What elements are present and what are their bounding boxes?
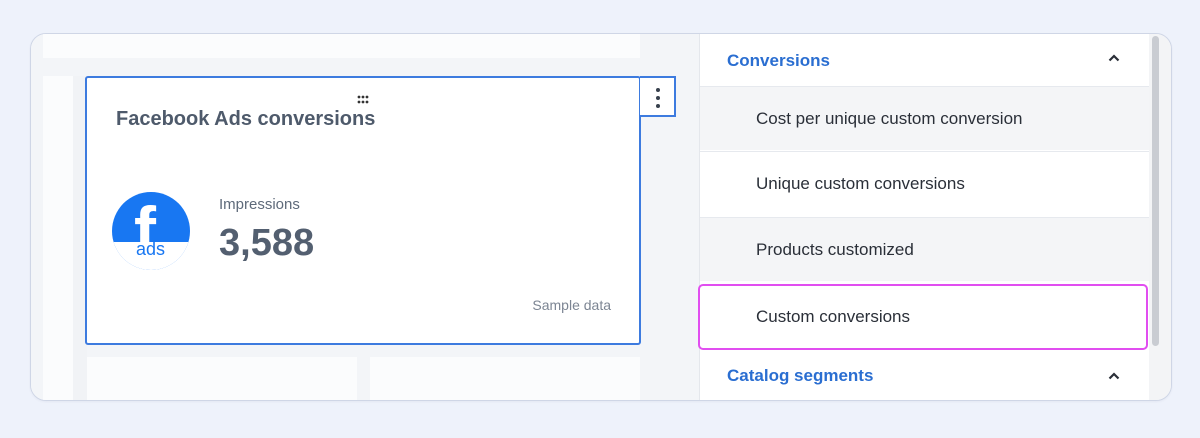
canvas-tile-bottom-right[interactable] xyxy=(370,357,640,400)
panel-scrollbar[interactable] xyxy=(1149,34,1171,400)
metric-item[interactable]: Products customized xyxy=(700,217,1150,281)
kebab-menu-icon[interactable] xyxy=(640,76,676,117)
canvas-tile-bottom-left[interactable] xyxy=(87,357,357,400)
widget-card[interactable]: Facebook Ads conversions f ads Impressio… xyxy=(85,76,641,345)
logo-text: ads xyxy=(136,239,166,259)
sample-data-note: Sample data xyxy=(532,297,611,313)
metric-item[interactable]: Cost per unique custom conversion xyxy=(700,86,1150,150)
metrics-panel: Conversions Cost per unique custom conve… xyxy=(698,34,1150,400)
chevron-up-icon[interactable] xyxy=(1108,370,1120,382)
metric-item-label: Unique custom conversions xyxy=(756,174,965,193)
metric-item-label: Products customized xyxy=(756,240,914,259)
section-title: Conversions xyxy=(727,51,830,70)
widget-title: Facebook Ads conversions xyxy=(116,108,376,130)
metric-label: Impressions xyxy=(219,196,300,213)
canvas-tile-left xyxy=(43,76,73,400)
metric-value: 3,588 xyxy=(219,222,315,264)
metric-item-highlighted[interactable]: Custom conversions xyxy=(698,284,1148,350)
canvas-tile-top xyxy=(43,34,640,58)
section-title: Catalog segments xyxy=(727,366,874,385)
app-frame: Facebook Ads conversions f ads Impressio… xyxy=(30,33,1172,401)
section-header-conversions[interactable]: Conversions xyxy=(700,34,1150,86)
facebook-ads-logo: f ads xyxy=(112,192,190,270)
metric-item-label: Custom conversions xyxy=(756,307,911,326)
chevron-up-icon[interactable] xyxy=(1108,52,1120,64)
drag-handle-icon[interactable] xyxy=(357,95,371,104)
dashboard-canvas: Facebook Ads conversions f ads Impressio… xyxy=(31,34,699,400)
section-header-catalog-segments[interactable]: Catalog segments xyxy=(700,350,1150,400)
metric-item-label: Cost per unique custom conversion xyxy=(756,109,1023,128)
scrollbar-thumb[interactable] xyxy=(1152,36,1159,346)
metric-item[interactable]: Unique custom conversions xyxy=(700,151,1150,215)
